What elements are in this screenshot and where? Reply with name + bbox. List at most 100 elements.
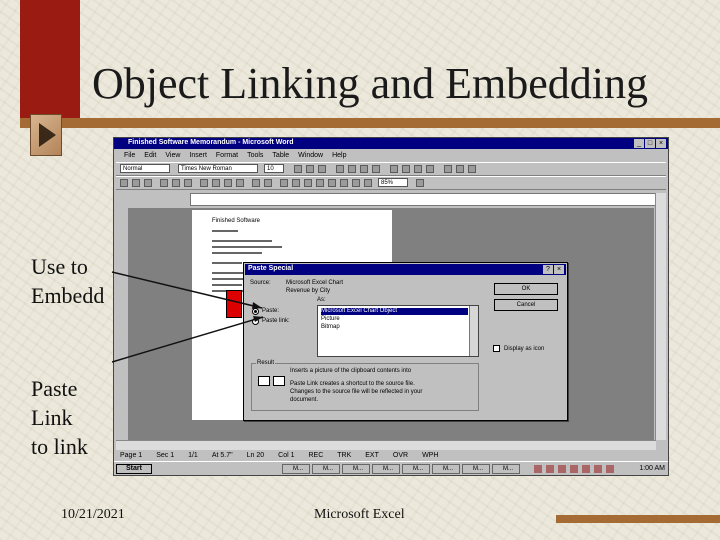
footer-center: Microsoft Excel bbox=[314, 507, 405, 522]
minimize-button[interactable]: _ bbox=[634, 139, 644, 148]
save-icon[interactable] bbox=[144, 179, 152, 187]
display-as-icon-label: Display as icon bbox=[504, 346, 545, 352]
close-button[interactable]: × bbox=[656, 139, 666, 148]
border-icon[interactable] bbox=[444, 165, 452, 173]
label-line: to link bbox=[31, 434, 88, 459]
bold-icon[interactable] bbox=[294, 165, 302, 173]
list-item[interactable]: Picture bbox=[321, 316, 340, 323]
link-result-icon bbox=[273, 376, 285, 386]
taskbar-item[interactable]: M... bbox=[402, 464, 430, 474]
indent-icon[interactable] bbox=[414, 165, 422, 173]
start-button[interactable]: Start bbox=[116, 464, 152, 474]
help-icon[interactable] bbox=[416, 179, 424, 187]
menu-view[interactable]: View bbox=[165, 150, 180, 161]
menu-help[interactable]: Help bbox=[332, 150, 346, 161]
ok-button[interactable]: OK bbox=[494, 283, 558, 295]
drawing-icon[interactable] bbox=[340, 179, 348, 187]
tables-borders-icon[interactable] bbox=[292, 179, 300, 187]
size-combo[interactable]: 10 bbox=[264, 164, 284, 173]
word-title-bar: Finished Software Memorandum - Microsoft… bbox=[114, 138, 668, 149]
menu-table[interactable]: Table bbox=[272, 150, 289, 161]
tray-icon[interactable] bbox=[570, 465, 578, 473]
taskbar-item[interactable]: M... bbox=[492, 464, 520, 474]
redo-icon[interactable] bbox=[264, 179, 272, 187]
status-ln: Ln 20 bbox=[246, 452, 265, 459]
word-title: Finished Software Memorandum - Microsoft… bbox=[128, 139, 294, 146]
columns-icon[interactable] bbox=[328, 179, 336, 187]
undo-icon[interactable] bbox=[252, 179, 260, 187]
spelling-icon[interactable] bbox=[184, 179, 192, 187]
status-ovr: OVR bbox=[392, 452, 409, 459]
paste-icon[interactable] bbox=[224, 179, 232, 187]
tray-icon[interactable] bbox=[546, 465, 554, 473]
justify-icon[interactable] bbox=[372, 165, 380, 173]
taskbar-item[interactable]: M... bbox=[282, 464, 310, 474]
status-trk: TRK bbox=[337, 452, 352, 459]
paste-radio[interactable] bbox=[252, 308, 259, 315]
numbering-icon[interactable] bbox=[390, 165, 398, 173]
align-left-icon[interactable] bbox=[336, 165, 344, 173]
play-icon[interactable] bbox=[30, 114, 62, 156]
list-item[interactable]: Bitmap bbox=[321, 324, 340, 331]
style-combo[interactable]: Normal bbox=[120, 164, 170, 173]
menu-window[interactable]: Window bbox=[298, 150, 323, 161]
tray-icon[interactable] bbox=[534, 465, 542, 473]
paste-result-icon bbox=[258, 376, 270, 386]
cancel-button[interactable]: Cancel bbox=[494, 299, 558, 311]
italic-icon[interactable] bbox=[306, 165, 314, 173]
chart-object[interactable] bbox=[226, 290, 242, 318]
outdent-icon[interactable] bbox=[426, 165, 434, 173]
label-line: Embedd bbox=[31, 283, 105, 308]
taskbar-item[interactable]: M... bbox=[372, 464, 400, 474]
menu-edit[interactable]: Edit bbox=[144, 150, 156, 161]
tray-icon[interactable] bbox=[558, 465, 566, 473]
status-pages: 1/1 bbox=[188, 452, 198, 459]
menu-format[interactable]: Format bbox=[216, 150, 238, 161]
insert-table-icon[interactable] bbox=[304, 179, 312, 187]
as-listbox[interactable]: Microsoft Excel Chart Object Picture Bit… bbox=[317, 305, 479, 357]
tray-icon[interactable] bbox=[594, 465, 602, 473]
font-combo[interactable]: Times New Roman bbox=[178, 164, 258, 173]
align-right-icon[interactable] bbox=[360, 165, 368, 173]
align-center-icon[interactable] bbox=[348, 165, 356, 173]
font-color-icon[interactable] bbox=[468, 165, 476, 173]
dialog-close-button[interactable]: × bbox=[554, 265, 564, 274]
highlight-icon[interactable] bbox=[456, 165, 464, 173]
display-as-icon-checkbox[interactable] bbox=[493, 345, 500, 352]
document-map-icon[interactable] bbox=[352, 179, 360, 187]
taskbar-item[interactable]: M... bbox=[342, 464, 370, 474]
copy-icon[interactable] bbox=[212, 179, 220, 187]
vertical-scrollbar[interactable] bbox=[655, 193, 666, 440]
menu-insert[interactable]: Insert bbox=[189, 150, 207, 161]
print-icon[interactable] bbox=[160, 179, 168, 187]
format-painter-icon[interactable] bbox=[236, 179, 244, 187]
tray-icon[interactable] bbox=[606, 465, 614, 473]
menu-file[interactable]: File bbox=[124, 150, 135, 161]
new-icon[interactable] bbox=[120, 179, 128, 187]
text-line bbox=[212, 240, 272, 242]
ruler[interactable] bbox=[190, 193, 660, 206]
cut-icon[interactable] bbox=[200, 179, 208, 187]
open-icon[interactable] bbox=[132, 179, 140, 187]
insert-excel-icon[interactable] bbox=[316, 179, 324, 187]
underline-icon[interactable] bbox=[318, 165, 326, 173]
slide: Object Linking and Embedding Use to Embe… bbox=[0, 0, 720, 540]
preview-icon[interactable] bbox=[172, 179, 180, 187]
help-button[interactable]: ? bbox=[543, 265, 553, 274]
horizontal-scrollbar[interactable] bbox=[116, 440, 656, 450]
bullets-icon[interactable] bbox=[402, 165, 410, 173]
hyperlink-icon[interactable] bbox=[280, 179, 288, 187]
taskbar-item[interactable]: M... bbox=[462, 464, 490, 474]
listbox-scrollbar[interactable] bbox=[469, 306, 478, 356]
taskbar-item[interactable]: M... bbox=[312, 464, 340, 474]
zoom-combo[interactable]: 85% bbox=[378, 178, 408, 187]
list-item[interactable]: Microsoft Excel Chart Object bbox=[321, 308, 468, 315]
menu-tools[interactable]: Tools bbox=[247, 150, 263, 161]
show-hide-icon[interactable] bbox=[364, 179, 372, 187]
taskbar-item[interactable]: M... bbox=[432, 464, 460, 474]
source-value: Microsoft Excel Chart bbox=[286, 280, 344, 286]
paste-link-radio[interactable] bbox=[252, 318, 259, 325]
tray-icon[interactable] bbox=[582, 465, 590, 473]
source-path: Revenue by City bbox=[286, 288, 331, 294]
maximize-button[interactable]: □ bbox=[645, 139, 655, 148]
